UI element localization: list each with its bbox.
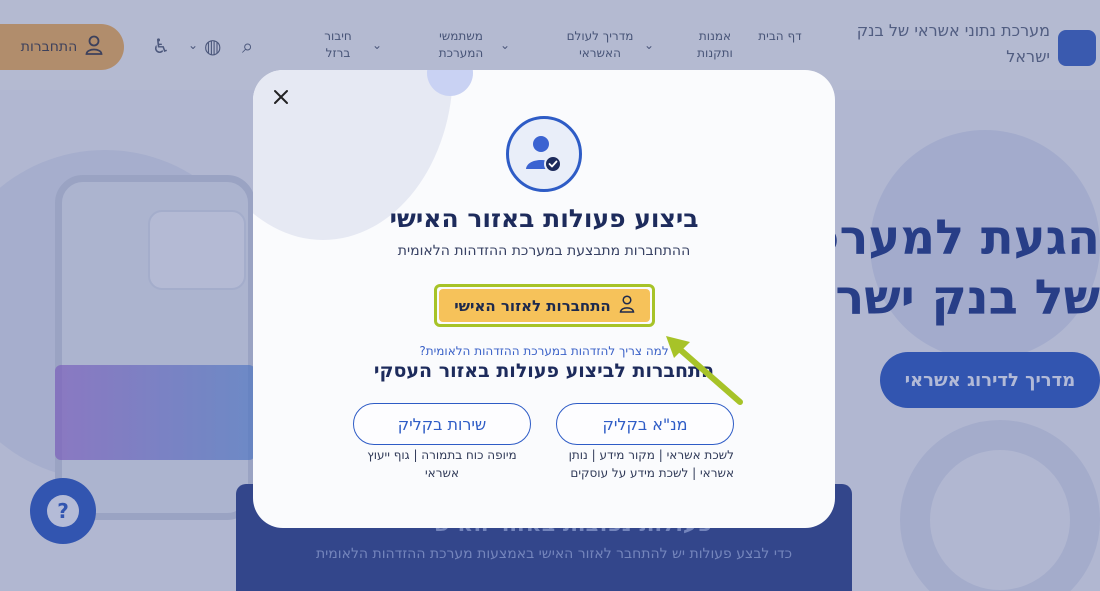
pointer-arrow-icon [666,336,743,405]
mana-click-description: לשכת אשראי | מקור מידע | נותן אשראי | לש… [568,448,734,480]
user-icon [619,294,635,317]
close-icon [273,86,289,111]
login-modal: ביצוע פעולות באזור האישי ההתחברות מתבצעת… [253,70,835,528]
mana-click-button[interactable]: מנ"א בקליק [556,403,734,445]
close-button[interactable] [269,86,293,110]
primary-button-highlight: התחברות לאזור האישי [434,284,655,327]
service-click-button[interactable]: שירות בקליק [353,403,531,445]
personal-area-login-label: התחברות לאזור האישי [454,296,611,315]
user-avatar-icon [506,116,582,192]
modal-subtitle: ההתחברות מתבצעת במערכת ההזדהות הלאומית [397,243,691,259]
service-click-description: מיופה כוח בתמורה | גוף ייעוץ אשראי [367,448,517,480]
personal-area-login-button[interactable]: התחברות לאזור האישי [439,289,650,322]
modal-title: ביצוע פעולות באזור האישי [389,204,699,233]
